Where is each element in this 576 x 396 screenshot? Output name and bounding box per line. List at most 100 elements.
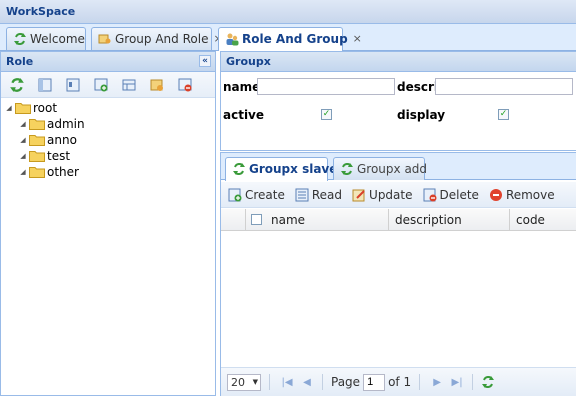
role-panel: Role « ◢ root ◢ admin ◢ anno ◢ test ◢ ot… (0, 51, 216, 396)
column-header-code[interactable]: code (510, 209, 576, 231)
pager-separator (419, 374, 421, 390)
slave-toolbar: Create Read Update Delete Remove (221, 182, 576, 208)
update-button[interactable]: Update (352, 187, 413, 202)
tree-label: anno (47, 133, 77, 147)
expand-arrow-icon[interactable]: ◢ (19, 120, 27, 128)
main-tabbar: Welcome Group And Role × Role And Group … (0, 24, 576, 51)
tree-node-test[interactable]: ◢ test (1, 148, 215, 164)
panel-title: Role (6, 55, 34, 68)
expand-arrow-icon[interactable]: ◢ (19, 136, 27, 144)
tree-node-admin[interactable]: ◢ admin (1, 116, 215, 132)
tab-group-and-role[interactable]: Group And Role × (91, 27, 223, 50)
tab-label: Groupx slave (249, 162, 338, 176)
folder-icon (15, 102, 31, 114)
add-icon[interactable] (93, 77, 109, 93)
groupx-panel-header: Groupx (221, 52, 576, 72)
groupx-slave-panel: Groupx slave Groupx add Create Read Upda… (220, 152, 576, 396)
read-button[interactable]: Read (295, 188, 342, 202)
row-number-header (221, 209, 246, 231)
delete-icon (423, 188, 437, 202)
remove-button[interactable]: Remove (489, 188, 555, 202)
pager-separator (472, 374, 474, 390)
view-icon[interactable] (37, 77, 53, 93)
folder-icon (29, 118, 45, 130)
chevron-down-icon: ▼ (252, 378, 258, 386)
description-field[interactable] (435, 78, 573, 95)
expand-arrow-icon[interactable]: ◢ (19, 168, 27, 176)
tab-label: Groupx add (357, 162, 428, 176)
slave-tabbar: Groupx slave Groupx add (221, 153, 576, 181)
last-page-icon[interactable]: ▶| (450, 377, 464, 388)
tree-label: root (33, 101, 58, 115)
remove-icon (489, 188, 503, 202)
tab-label: Welcome (30, 32, 85, 46)
delete-button[interactable]: Delete (423, 188, 479, 202)
name-label: name (223, 80, 261, 94)
refresh-icon (340, 162, 354, 176)
button-label: Remove (505, 187, 555, 202)
role-panel-header: Role « (1, 52, 215, 72)
tab-groupx-add[interactable]: Groupx add (333, 157, 428, 180)
close-icon[interactable]: × (353, 32, 362, 45)
tree-label: test (47, 149, 71, 163)
name-field[interactable] (257, 78, 395, 95)
refresh-icon[interactable] (481, 375, 495, 389)
expand-arrow-icon[interactable]: ◢ (5, 104, 13, 112)
tab-welcome[interactable]: Welcome (6, 27, 86, 50)
display-label: display (397, 108, 446, 122)
create-icon (228, 188, 242, 202)
tree-node-other[interactable]: ◢ other (1, 164, 215, 180)
button-label: Read (311, 187, 343, 202)
next-page-icon[interactable]: ▶ (430, 377, 444, 388)
button-label: Create (245, 187, 285, 202)
page-size-value: 20 (231, 375, 245, 389)
button-label: Delete (439, 187, 479, 202)
role-tree: ◢ root ◢ admin ◢ anno ◢ test ◢ other (1, 98, 215, 180)
delete-icon[interactable] (177, 77, 193, 93)
refresh-icon[interactable] (9, 77, 25, 93)
display-checkbox[interactable]: ✓ (498, 109, 509, 120)
first-page-icon[interactable]: |◀ (280, 377, 294, 388)
panel-title: Groupx (226, 55, 271, 68)
tree-node-root[interactable]: ◢ root (1, 100, 215, 116)
column-header-name[interactable]: name (265, 209, 389, 231)
read-icon (295, 188, 309, 202)
create-button[interactable]: Create (228, 188, 285, 202)
tab-groupx-slave[interactable]: Groupx slave (225, 157, 337, 181)
folder-icon (29, 150, 45, 162)
grid-icon[interactable] (121, 77, 137, 93)
page-number-input[interactable] (363, 373, 386, 391)
column-header-description[interactable]: description (389, 209, 510, 231)
workspace-title: WorkSpace (0, 0, 576, 24)
update-icon (352, 188, 366, 202)
tree-label: admin (47, 117, 85, 131)
key-icon[interactable] (149, 77, 165, 93)
tab-label: Role And Group (242, 32, 348, 46)
tab-label: Group And Role (115, 32, 209, 46)
select-all-checkbox[interactable] (251, 214, 262, 225)
page-label: Page (331, 375, 361, 389)
key-icon (98, 32, 112, 46)
tab-role-and-group[interactable]: Role And Group × (218, 27, 362, 51)
page-count-label: of 1 (388, 375, 412, 389)
button-label: Update (369, 187, 413, 202)
edit-icon[interactable] (65, 77, 81, 93)
active-checkbox[interactable]: ✓ (321, 109, 332, 120)
active-label: active (223, 108, 265, 122)
expand-arrow-icon[interactable]: ◢ (19, 152, 27, 160)
tree-label: other (47, 165, 79, 179)
folder-icon (29, 166, 45, 178)
page-size-select[interactable]: 20 ▼ (227, 373, 261, 391)
prev-page-icon[interactable]: ◀ (300, 377, 314, 388)
role-toolbar (1, 72, 215, 98)
groupx-panel: Groupx name descrip active ✓ display ✓ (220, 51, 576, 151)
pager: 20 ▼ |◀ ◀ Page of 1 ▶ ▶| (221, 367, 576, 396)
pager-separator (269, 374, 270, 390)
tree-node-anno[interactable]: ◢ anno (1, 132, 215, 148)
refresh-icon (13, 32, 27, 46)
refresh-icon (232, 162, 246, 176)
users-icon (225, 32, 239, 46)
grid-header: name description code (221, 209, 576, 231)
pager-separator (322, 374, 323, 390)
collapse-icon[interactable]: « (199, 55, 211, 67)
